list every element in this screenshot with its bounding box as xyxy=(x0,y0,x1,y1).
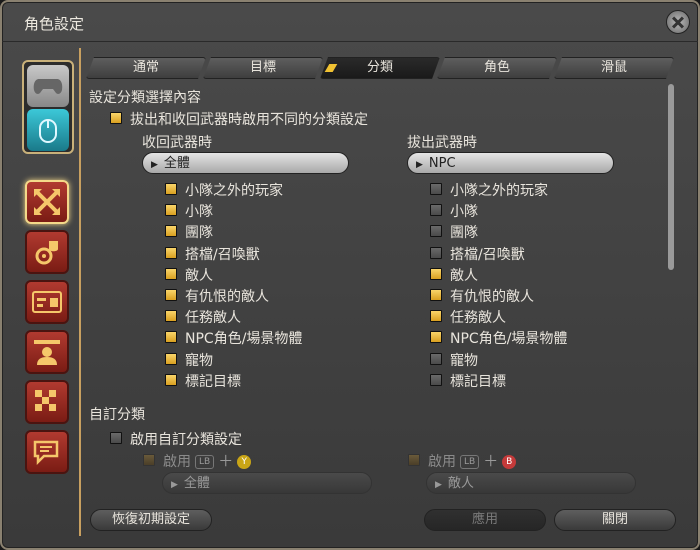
category-label: 團隊 xyxy=(450,225,478,242)
window-title: 角色設定 xyxy=(24,15,85,33)
id-card-icon[interactable] xyxy=(25,280,69,324)
reset-defaults-button[interactable]: 恢復初期設定 xyxy=(90,509,212,531)
gear-pouch-icon[interactable] xyxy=(25,230,69,274)
category-checkbox[interactable] xyxy=(165,225,177,238)
category-checkbox[interactable] xyxy=(165,204,177,217)
category-label: NPC角色/場景物體 xyxy=(185,331,303,348)
category-checkbox[interactable] xyxy=(430,246,442,259)
weapon-toggle-label: 拔出和收回武器時啟用不同的分類設定 xyxy=(130,112,368,128)
category-label: 寵物 xyxy=(185,352,213,369)
category-label: 小隊 xyxy=(185,204,213,221)
category-checkbox[interactable] xyxy=(430,204,442,217)
category-label: 有仇恨的敵人 xyxy=(185,289,269,305)
sheathed-dropdown-value: 全體 xyxy=(163,156,190,171)
category-checkbox[interactable] xyxy=(165,331,177,344)
category-label: 寵物 xyxy=(450,352,478,369)
tab-target[interactable]: 目標 xyxy=(203,57,323,79)
plus-icon: ＋ xyxy=(218,452,234,470)
category-checkbox[interactable] xyxy=(430,183,442,195)
category-label: 有仇恨的敵人 xyxy=(450,289,534,305)
crossed-swords-icon[interactable] xyxy=(25,180,69,224)
category-checkbox[interactable] xyxy=(430,331,442,344)
category-label: 搭檔/召喚獸 xyxy=(185,246,260,263)
category-checkbox[interactable] xyxy=(165,246,177,259)
category-label: 小隊之外的玩家 xyxy=(185,183,283,199)
custom-left-enable-label: 啟用 xyxy=(163,454,191,470)
custom-right-enable-row: 啟用 LB ＋ B xyxy=(428,450,517,471)
gamepad-icon[interactable] xyxy=(27,65,69,107)
category-label: 標記目標 xyxy=(450,373,506,390)
settings-content: 設定分類選擇內容 拔出和收回武器時啟用不同的分類設定 收回武器時 拔出武器時 ▶… xyxy=(86,84,666,494)
custom-toggle-checkbox[interactable] xyxy=(110,432,122,444)
tab-general[interactable]: 通常 xyxy=(86,57,206,79)
lb-key-icon: LB xyxy=(460,455,480,469)
custom-toggle-label: 啟用自訂分類設定 xyxy=(130,432,242,448)
category-label: 任務敵人 xyxy=(450,310,506,327)
chat-bubble-icon[interactable] xyxy=(25,430,69,474)
custom-left-enable-row: 啟用 LB ＋ Y xyxy=(163,450,252,471)
sidebar-divider xyxy=(79,48,81,536)
sheathed-header: 收回武器時 xyxy=(142,135,212,151)
y-button-icon: Y xyxy=(237,455,252,469)
category-checkbox[interactable] xyxy=(430,267,442,280)
category-checkbox[interactable] xyxy=(430,310,442,323)
category-checkbox[interactable] xyxy=(165,310,177,323)
category-checkbox[interactable] xyxy=(165,267,177,280)
category-label: 團隊 xyxy=(185,225,213,242)
tab-mouse[interactable]: 滑鼠 xyxy=(554,57,674,79)
sheathed-dropdown[interactable]: ▶ 全體 xyxy=(142,152,349,174)
category-checkbox[interactable] xyxy=(430,352,442,365)
category-checkbox[interactable] xyxy=(430,289,442,301)
weapon-toggle-checkbox[interactable] xyxy=(110,112,122,124)
custom-right-enable-checkbox[interactable] xyxy=(408,454,420,466)
scrollbar-thumb[interactable] xyxy=(668,84,674,270)
input-mode-group xyxy=(22,60,74,154)
scrollbar[interactable] xyxy=(668,84,674,494)
tab-bar: 通常 目標 分類 角色 滑鼠 xyxy=(86,57,676,79)
category-label: 搭檔/召喚獸 xyxy=(450,246,525,263)
close-icon[interactable] xyxy=(666,10,690,34)
category-label: 敵人 xyxy=(450,267,478,284)
b-button-icon: B xyxy=(502,455,517,469)
person-icon[interactable] xyxy=(25,330,69,374)
dropdown-arrow-icon: ▶ xyxy=(435,480,442,490)
sidebar xyxy=(18,48,78,538)
drawn-header: 拔出武器時 xyxy=(407,135,477,151)
custom-right-enable-label: 啟用 xyxy=(428,454,456,470)
custom-right-dropdown[interactable]: ▶ 敵人 xyxy=(426,472,636,494)
section-heading-category-select: 設定分類選擇內容 xyxy=(89,90,201,106)
plus-icon: ＋ xyxy=(483,452,499,470)
category-label: 小隊 xyxy=(450,204,478,221)
custom-left-dropdown[interactable]: ▶ 全體 xyxy=(162,472,372,494)
drawn-dropdown-value: NPC xyxy=(428,156,456,171)
category-checkbox[interactable] xyxy=(165,183,177,195)
category-label: 任務敵人 xyxy=(185,310,241,327)
dropdown-arrow-icon: ▶ xyxy=(151,160,158,170)
dropdown-arrow-icon: ▶ xyxy=(416,160,423,170)
category-checkbox[interactable] xyxy=(430,225,442,238)
category-label: 敵人 xyxy=(185,267,213,284)
category-label: 標記目標 xyxy=(185,373,241,390)
category-label: 小隊之外的玩家 xyxy=(450,183,548,199)
category-label: NPC角色/場景物體 xyxy=(450,331,568,348)
close-button[interactable]: 關閉 xyxy=(554,509,676,531)
tab-category[interactable]: 分類 xyxy=(320,57,440,79)
custom-right-dropdown-value: 敵人 xyxy=(447,476,474,491)
custom-left-dropdown-value: 全體 xyxy=(183,476,210,491)
lb-key-icon: LB xyxy=(195,455,215,469)
section-heading-custom: 自訂分類 xyxy=(89,407,145,423)
dropdown-arrow-icon: ▶ xyxy=(171,480,178,490)
category-checkbox[interactable] xyxy=(165,289,177,301)
checker-icon[interactable] xyxy=(25,380,69,424)
mouse-icon[interactable] xyxy=(27,109,69,151)
title-bar: 角色設定 xyxy=(2,2,698,42)
drawn-dropdown[interactable]: ▶ NPC xyxy=(407,152,614,174)
category-checkbox[interactable] xyxy=(430,373,442,386)
tab-character[interactable]: 角色 xyxy=(437,57,557,79)
apply-button[interactable]: 應用 xyxy=(424,509,546,531)
custom-left-enable-checkbox[interactable] xyxy=(143,454,155,466)
category-checkbox[interactable] xyxy=(165,373,177,386)
category-checkbox[interactable] xyxy=(165,352,177,365)
